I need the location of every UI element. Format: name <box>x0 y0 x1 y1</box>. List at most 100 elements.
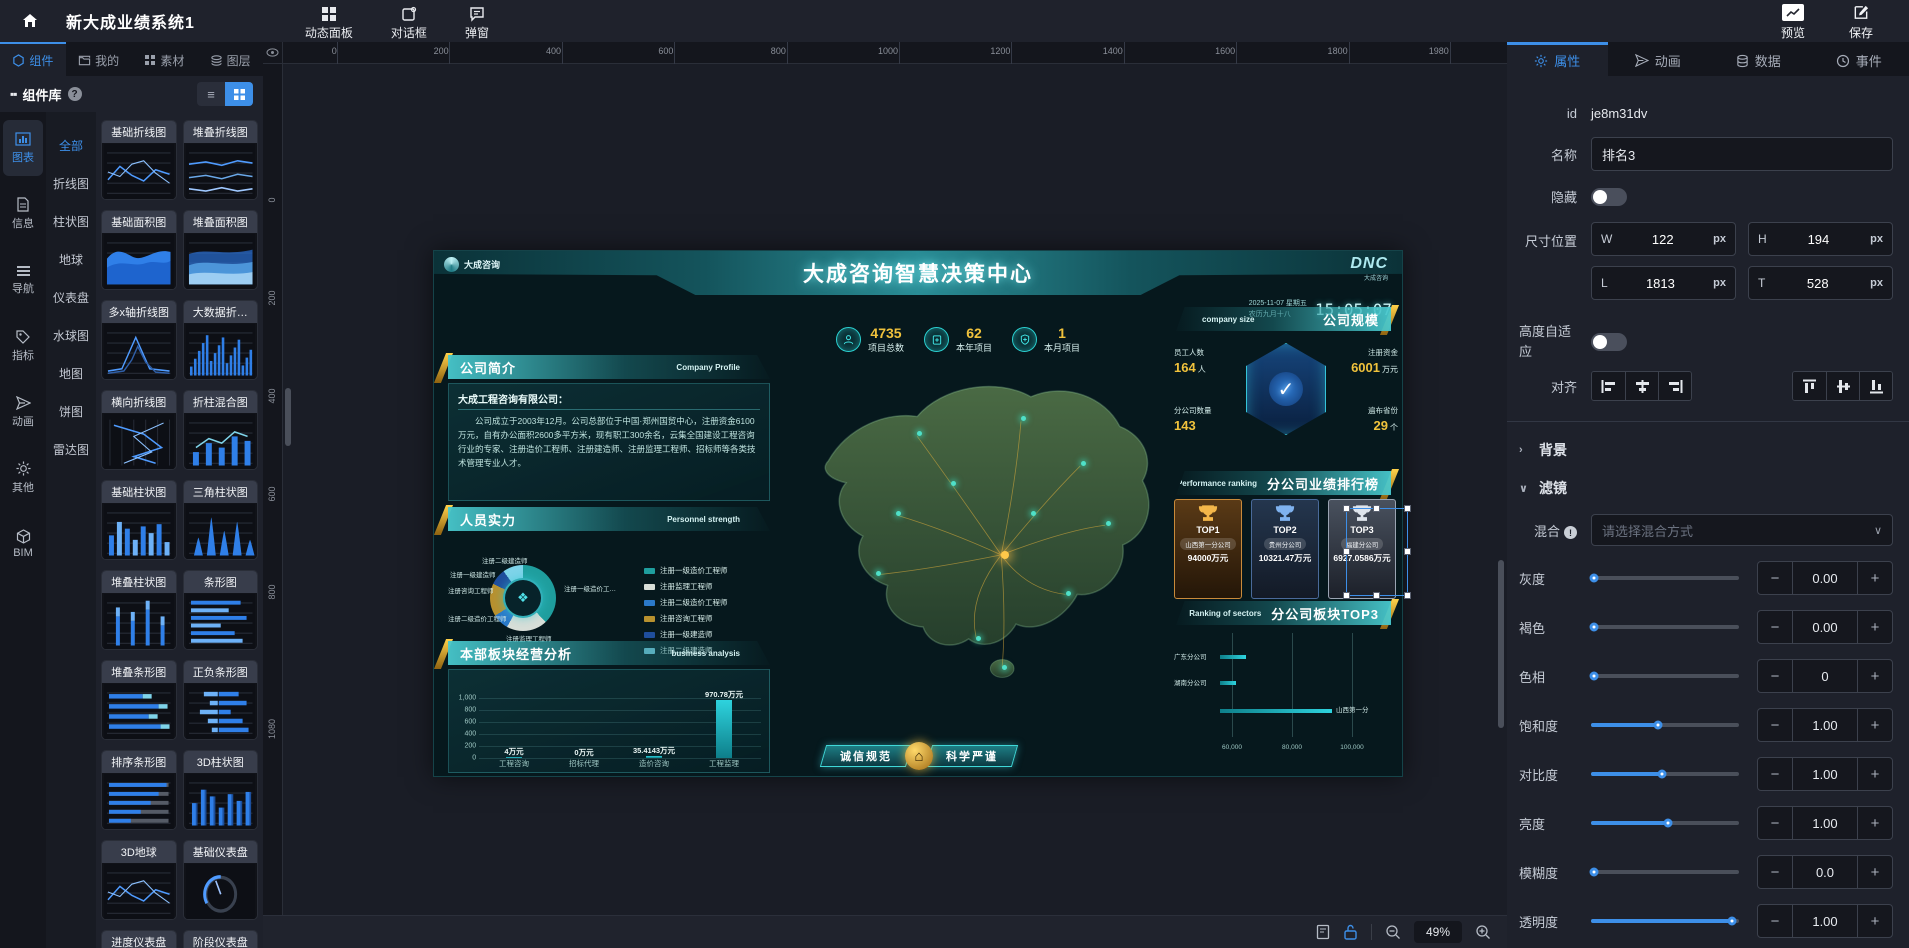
background-section-header[interactable]: › 背景 <box>1519 440 1893 460</box>
category-liquid[interactable]: 水球图 <box>46 316 96 354</box>
rail-item-bim[interactable]: BIM <box>3 516 43 572</box>
grayscale-slider[interactable] <box>1591 570 1739 586</box>
resize-handle-nw[interactable] <box>1343 505 1350 512</box>
plus-button[interactable]: + <box>1858 905 1892 937</box>
scale-panel[interactable]: ✓ 员工人数 164人 分公司数量 143 注册资金 6001万元 遍布省份 <box>1174 339 1398 465</box>
rail-item-charts[interactable]: 图表 <box>3 120 43 176</box>
minus-button[interactable]: − <box>1758 611 1792 643</box>
minus-button[interactable]: − <box>1758 709 1792 741</box>
minus-button[interactable]: − <box>1758 562 1792 594</box>
component-card[interactable]: 堆叠面积图 <box>183 210 259 290</box>
autoheight-toggle[interactable] <box>1591 333 1627 351</box>
dashboard-artboard[interactable]: 大成咨询智慧决策中心 大成咨询 DNC 大成咨询 2025-11-07 星期五 … <box>433 250 1403 777</box>
category-radar[interactable]: 雷达图 <box>46 430 96 468</box>
help-icon[interactable]: ? <box>68 87 82 101</box>
minus-button[interactable]: − <box>1758 856 1792 888</box>
category-globe[interactable]: 地球 <box>46 240 96 278</box>
align-middle-button[interactable] <box>1826 372 1859 400</box>
preview-button[interactable]: 预览 <box>1781 1 1805 41</box>
align-center-button[interactable] <box>1625 372 1658 400</box>
top-field[interactable]: T528px <box>1748 266 1893 300</box>
align-left-button[interactable] <box>1592 372 1625 400</box>
business-panel[interactable]: 1,00080060040020004万元工程咨询0万元招标代理35.4143万… <box>448 669 770 773</box>
minus-button[interactable]: − <box>1758 758 1792 790</box>
tab-mine[interactable]: 我的 <box>66 42 132 76</box>
resize-handle-se[interactable] <box>1404 592 1411 599</box>
resize-handle-n[interactable] <box>1373 505 1380 512</box>
component-card[interactable]: 阶段仪表盘 <box>183 930 259 948</box>
resize-handle-sw[interactable] <box>1343 592 1350 599</box>
component-card[interactable]: 三角柱状图 <box>183 480 259 560</box>
popup-button[interactable]: 弹窗 <box>465 2 489 41</box>
left-scrollbar-thumb[interactable] <box>285 388 291 446</box>
plus-button[interactable]: + <box>1858 807 1892 839</box>
rail-item-other[interactable]: 其他 <box>3 450 43 506</box>
page-settings-button[interactable] <box>1316 924 1330 940</box>
plus-button[interactable]: + <box>1858 856 1892 888</box>
component-card[interactable]: 基础折线图 <box>101 120 177 200</box>
width-field[interactable]: W122px <box>1591 222 1736 256</box>
save-button[interactable]: 保存 <box>1849 1 1873 41</box>
component-card[interactable]: 横向折线图 <box>101 390 177 470</box>
blur-slider[interactable] <box>1591 864 1739 880</box>
align-top-button[interactable] <box>1793 372 1826 400</box>
plus-button[interactable]: + <box>1858 758 1892 790</box>
category-all[interactable]: 全部 <box>46 126 96 164</box>
align-right-button[interactable] <box>1658 372 1691 400</box>
category-gauge[interactable]: 仪表盘 <box>46 278 96 316</box>
tab-components[interactable]: 组件 <box>0 42 66 76</box>
zoom-out-button[interactable] <box>1385 924 1401 940</box>
saturation-slider[interactable] <box>1591 717 1739 733</box>
component-card[interactable]: 基础仪表盘 <box>183 840 259 920</box>
tab-materials[interactable]: 素材 <box>132 42 198 76</box>
category-bar[interactable]: 柱状图 <box>46 202 96 240</box>
resize-handle-ne[interactable] <box>1404 505 1411 512</box>
personnel-panel[interactable]: ❖ 注册二级建造师 注册一级建造师 注册咨询工程师 注册二级造价工程师 注册监理… <box>448 535 770 637</box>
right-scrollbar-thumb[interactable] <box>1498 560 1504 728</box>
tab-data[interactable]: 数据 <box>1708 42 1809 76</box>
hide-toggle[interactable] <box>1591 188 1627 206</box>
rail-item-animation[interactable]: 动画 <box>3 384 43 440</box>
component-card[interactable]: 进度仪表盘 <box>101 930 177 948</box>
contrast-slider[interactable] <box>1591 766 1739 782</box>
rail-item-nav[interactable]: 导航 <box>3 252 43 308</box>
category-map[interactable]: 地图 <box>46 354 96 392</box>
zoom-level[interactable]: 49% <box>1414 921 1462 943</box>
blend-select[interactable]: 请选择混合方式 ∨ <box>1591 514 1893 546</box>
dialog-button[interactable]: 对话框 <box>391 2 427 41</box>
component-card[interactable]: 折柱混合图 <box>183 390 259 470</box>
component-card[interactable]: 堆叠折线图 <box>183 120 259 200</box>
list-view-button[interactable]: ≡ <box>197 82 225 106</box>
grid-view-button[interactable] <box>225 82 253 106</box>
component-card[interactable]: 堆叠柱状图 <box>101 570 177 650</box>
plus-button[interactable]: + <box>1858 709 1892 741</box>
rail-item-indicators[interactable]: 指标 <box>3 318 43 374</box>
rail-item-info[interactable]: 信息 <box>3 186 43 242</box>
sepia-slider[interactable] <box>1591 619 1739 635</box>
component-card[interactable]: 3D柱状图 <box>183 750 259 830</box>
left-field[interactable]: L1813px <box>1591 266 1736 300</box>
category-pie[interactable]: 饼图 <box>46 392 96 430</box>
plus-button[interactable]: + <box>1858 562 1892 594</box>
home-button[interactable] <box>16 7 44 35</box>
plus-button[interactable]: + <box>1858 611 1892 643</box>
top2-card[interactable]: TOP2 贵州分公司 10321.47万元 <box>1251 499 1319 599</box>
component-card[interactable]: 基础面积图 <box>101 210 177 290</box>
ruler-corner[interactable] <box>263 42 283 64</box>
category-line[interactable]: 折线图 <box>46 164 96 202</box>
resize-handle-w[interactable] <box>1343 548 1350 555</box>
china-map[interactable] <box>769 339 1184 751</box>
top1-card[interactable]: TOP1 山西第一分公司 94000万元 <box>1174 499 1242 599</box>
opacity-slider[interactable] <box>1591 913 1739 929</box>
component-card[interactable]: 条形图 <box>183 570 259 650</box>
resize-handle-s[interactable] <box>1373 592 1380 599</box>
dynamic-panel-button[interactable]: 动态面板 <box>305 2 353 41</box>
minus-button[interactable]: − <box>1758 807 1792 839</box>
tab-events[interactable]: 事件 <box>1809 42 1909 76</box>
component-card[interactable]: 多x轴折线图 <box>101 300 177 380</box>
filter-section-header[interactable]: ∨ 滤镜 <box>1519 478 1893 498</box>
name-input[interactable] <box>1591 137 1893 171</box>
sector-bar-chart[interactable]: 广东分公司 湖南分公司 山西第一分 60,000 80,000 100,000 <box>1174 633 1398 751</box>
component-card[interactable]: 堆叠条形图 <box>101 660 177 740</box>
profile-panel[interactable]: 大成工程咨询有限公司： 公司成立于2003年12月。公司总部位于中国·郑州国贸中… <box>448 383 770 501</box>
